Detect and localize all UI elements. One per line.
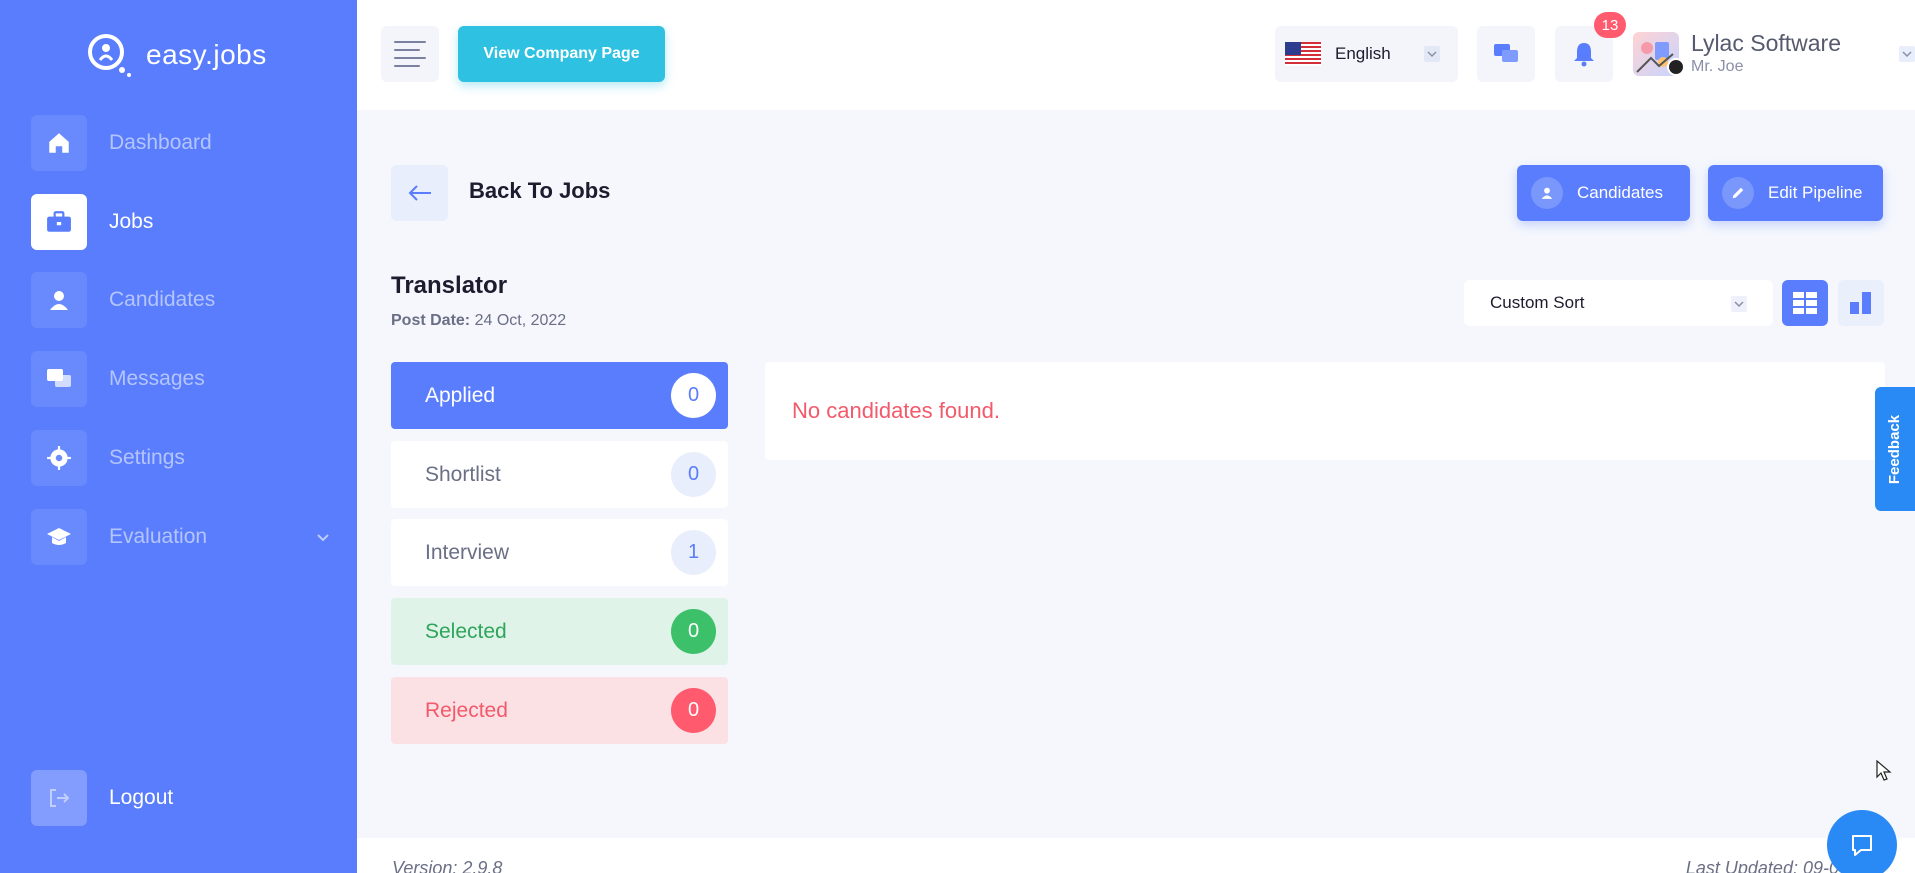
table-view-button[interactable] — [1782, 280, 1828, 326]
pipeline-stage-shortlist[interactable]: Shortlist 0 — [391, 441, 728, 508]
sidebar-item-jobs[interactable]: Jobs — [31, 194, 331, 250]
empty-state-message: No candidates found. — [792, 398, 1000, 423]
logo-icon — [88, 34, 131, 77]
post-date: Post Date: 24 Oct, 2022 — [391, 312, 566, 330]
grid-icon — [1793, 292, 1817, 314]
sidebar-item-label: Messages — [109, 367, 205, 390]
arrow-left-icon — [408, 185, 431, 201]
sidebar-item-evaluation[interactable]: Evaluation — [31, 509, 331, 565]
stage-count: 0 — [671, 688, 716, 733]
menu-toggle-button[interactable] — [381, 26, 439, 82]
sidebar-item-label: Jobs — [109, 210, 154, 233]
chevron-down-icon — [1899, 46, 1915, 62]
hamburger-line — [394, 57, 426, 59]
sidebar-item-label: Candidates — [109, 288, 216, 311]
sort-select[interactable]: Custom Sort — [1464, 280, 1773, 326]
user-icon — [31, 272, 87, 328]
brand-logo[interactable]: easy.jobs — [84, 30, 267, 80]
mouse-cursor-icon — [1876, 760, 1892, 781]
sidebar-item-label: Evaluation — [109, 525, 208, 548]
us-flag-icon — [1285, 42, 1321, 66]
post-date-value: 24 Oct, 2022 — [474, 312, 567, 329]
user-icon — [1531, 177, 1563, 209]
view-company-page-button[interactable]: View Company Page — [458, 26, 665, 82]
chevron-down-icon — [317, 534, 329, 542]
sort-select-value: Custom Sort — [1490, 293, 1585, 312]
feedback-tab[interactable]: Feedback — [1875, 387, 1915, 511]
gear-icon — [31, 430, 87, 486]
columns-icon — [1850, 292, 1871, 314]
chat-icon — [1494, 44, 1518, 62]
hamburger-line — [394, 41, 426, 43]
candidates-panel: No candidates found. — [765, 362, 1885, 460]
notification-count-badge: 13 — [1594, 12, 1626, 38]
hamburger-line — [394, 49, 420, 51]
stage-count: 1 — [671, 530, 716, 575]
brand-name: easy.jobs — [146, 39, 267, 70]
sidebar: easy.jobs Dashboard Jobs Candidates Mess… — [0, 0, 357, 873]
logout-button[interactable]: Logout — [31, 770, 331, 826]
stage-label: Shortlist — [425, 462, 501, 486]
back-button[interactable] — [391, 165, 448, 221]
bell-icon — [1574, 43, 1594, 67]
chat-bubble-icon — [1852, 835, 1872, 856]
sidebar-item-dashboard[interactable]: Dashboard — [31, 115, 331, 171]
stage-count: 0 — [671, 452, 716, 497]
stage-label: Applied — [425, 383, 496, 407]
sidebar-item-settings[interactable]: Settings — [31, 430, 331, 486]
chat-icon — [31, 351, 87, 407]
pencil-icon — [1722, 177, 1754, 209]
sidebar-item-candidates[interactable]: Candidates — [31, 272, 331, 328]
pipeline-stage-applied[interactable]: Applied 0 — [391, 362, 728, 429]
stage-label: Selected — [425, 619, 507, 643]
logout-icon — [31, 770, 87, 826]
stage-label: Rejected — [425, 698, 508, 722]
hamburger-line — [394, 65, 420, 67]
top-header: View Company Page English 13 Lylac Softw… — [357, 0, 1915, 110]
candidates-button[interactable]: Candidates — [1517, 165, 1690, 221]
stage-count: 0 — [671, 609, 716, 654]
candidates-button-label: Candidates — [1577, 183, 1664, 202]
chevron-down-icon — [1424, 46, 1440, 62]
language-label: English — [1335, 44, 1391, 63]
user-name: Lylac Software — [1691, 30, 1841, 56]
graduation-cap-icon — [31, 509, 87, 565]
chevron-down-icon — [1731, 296, 1747, 312]
home-icon — [31, 115, 87, 171]
edit-pipeline-button[interactable]: Edit Pipeline — [1708, 165, 1883, 221]
support-chat-button[interactable] — [1827, 810, 1897, 873]
messages-button[interactable] — [1477, 26, 1535, 82]
back-to-jobs-label[interactable]: Back To Jobs — [469, 178, 610, 204]
pipeline-stage-interview[interactable]: Interview 1 — [391, 519, 728, 586]
pipeline-stage-rejected[interactable]: Rejected 0 — [391, 677, 728, 744]
user-menu[interactable]: Lylac Software Mr. Joe — [1633, 26, 1915, 86]
pipeline-stage-selected[interactable]: Selected 0 — [391, 598, 728, 665]
logout-label: Logout — [109, 786, 174, 809]
user-role: Mr. Joe — [1691, 58, 1744, 75]
briefcase-icon — [31, 194, 87, 250]
stage-count: 0 — [671, 373, 716, 418]
job-title: Translator — [391, 272, 508, 299]
post-date-label: Post Date: — [391, 312, 471, 329]
sidebar-item-label: Settings — [109, 446, 185, 469]
stage-label: Interview — [425, 540, 510, 564]
sidebar-item-messages[interactable]: Messages — [31, 351, 331, 407]
version-text: Version: 2.9.8 — [392, 858, 503, 873]
footer: Version: 2.9.8 Last Updated: 09-04- — [357, 838, 1915, 873]
language-select[interactable]: English — [1275, 26, 1458, 82]
board-view-button[interactable] — [1838, 280, 1884, 326]
sidebar-item-label: Dashboard — [109, 131, 212, 154]
feedback-label: Feedback — [1886, 414, 1904, 484]
status-dot — [1667, 58, 1685, 76]
edit-pipeline-button-label: Edit Pipeline — [1768, 183, 1863, 202]
